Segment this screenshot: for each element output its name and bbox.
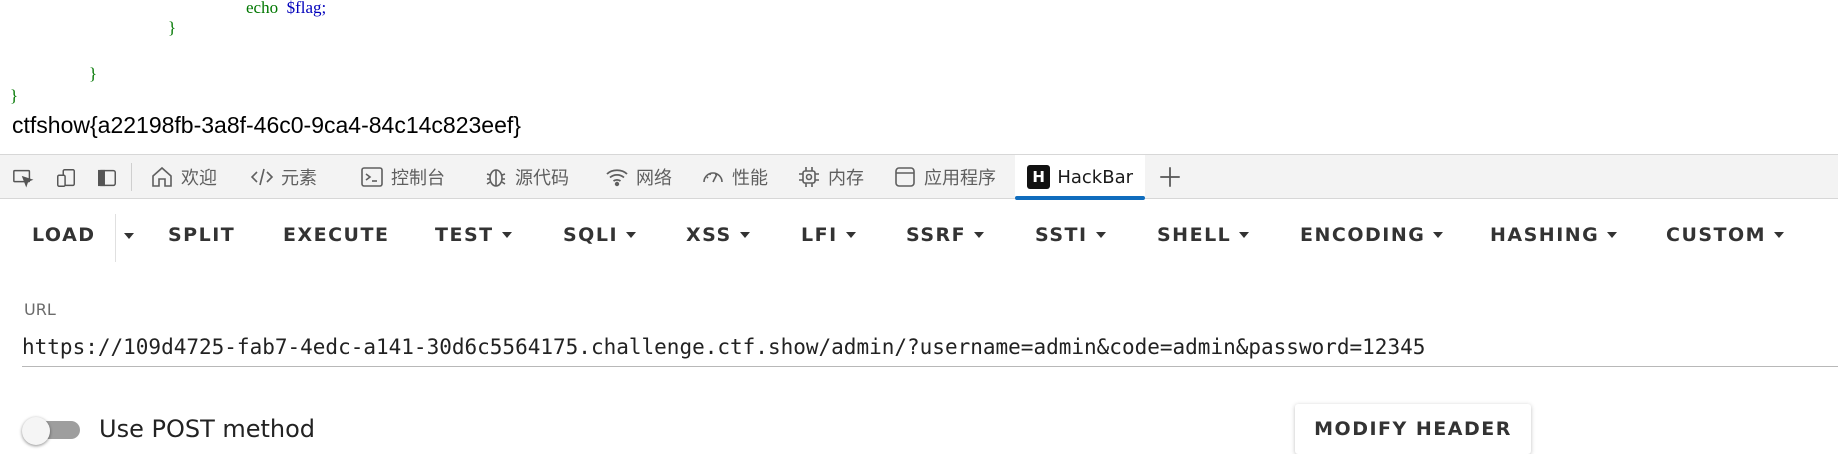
chevron-down-icon [1607, 232, 1618, 238]
tab-label: 控制台 [391, 168, 445, 189]
shell-menu-button[interactable]: SHELL [1157, 224, 1250, 246]
chevron-down-icon [845, 232, 856, 238]
chevron-down-icon [124, 233, 134, 239]
hackbar-logo-icon: H [1027, 165, 1051, 189]
gauge-icon [703, 172, 723, 183]
chevron-down-icon [626, 232, 637, 238]
bug-icon [486, 169, 506, 187]
page-source-view: echo $flag; } } } ctfshow{a22198fb-3a8f-… [0, 0, 1838, 154]
xss-label: XSS [686, 224, 732, 246]
window-icon [895, 167, 915, 187]
encoding-label: ENCODING [1300, 224, 1426, 246]
ssrf-menu-button[interactable]: SSRF [906, 224, 985, 246]
wifi-icon [606, 169, 628, 187]
tab-memory[interactable]: 内存 [797, 155, 864, 199]
custom-label: CUSTOM [1666, 224, 1767, 246]
tab-hackbar[interactable]: H HackBar [1015, 155, 1145, 200]
tab-label: 欢迎 [181, 168, 217, 189]
post-method-label: Use POST method [99, 415, 316, 443]
echo-keyword: echo [246, 0, 279, 17]
chevron-down-icon [1095, 232, 1106, 238]
hashing-menu-button[interactable]: HASHING [1490, 224, 1618, 246]
load-button[interactable]: LOAD [32, 224, 96, 246]
url-input[interactable] [22, 328, 1838, 367]
closing-brace: } [10, 86, 19, 105]
device-emulation-icon[interactable] [55, 167, 77, 189]
hashing-label: HASHING [1490, 224, 1600, 246]
flag-variable: $flag; [286, 0, 327, 17]
tab-network[interactable]: 网络 [605, 155, 672, 199]
execute-button[interactable]: EXECUTE [283, 224, 389, 246]
shell-label: SHELL [1157, 224, 1232, 246]
inspect-element-icon[interactable] [12, 167, 34, 189]
ssrf-label: SSRF [906, 224, 967, 246]
chevron-down-icon [1433, 232, 1444, 238]
lfi-menu-button[interactable]: LFI [801, 224, 856, 246]
tab-label: 内存 [828, 168, 864, 189]
chevron-down-icon [739, 232, 750, 238]
chevron-down-icon [1239, 232, 1250, 238]
sqli-menu-button[interactable]: SQLI [563, 224, 637, 246]
hackbar-toolbar: LOAD SPLIT EXECUTE TEST SQLI XSS LFI SSR… [0, 200, 1838, 274]
toggle-sidebar-icon[interactable] [96, 167, 118, 189]
xss-menu-button[interactable]: XSS [686, 224, 750, 246]
chevron-down-icon [501, 232, 512, 238]
tab-label: 元素 [281, 168, 317, 189]
post-method-toggle[interactable] [22, 417, 82, 445]
toolbar-divider [131, 163, 132, 191]
tab-elements[interactable]: 元素 [250, 155, 317, 199]
tab-label: 应用程序 [924, 168, 996, 189]
ssti-label: SSTI [1035, 224, 1088, 246]
tab-label: 网络 [636, 168, 672, 189]
url-label: URL [24, 300, 56, 319]
toggle-knob [22, 417, 50, 445]
ssti-menu-button[interactable]: SSTI [1035, 224, 1106, 246]
chevron-down-icon [1774, 232, 1785, 238]
tab-application[interactable]: 应用程序 [893, 155, 996, 199]
test-label: TEST [435, 224, 494, 246]
tab-label: 源代码 [515, 168, 569, 189]
split-button[interactable]: SPLIT [168, 224, 235, 246]
sqli-label: SQLI [563, 224, 619, 246]
tab-label: HackBar [1057, 166, 1133, 188]
code-icon [250, 168, 274, 186]
code-line-echo: echo $flag; [246, 0, 326, 18]
chip-icon [799, 167, 819, 187]
flag-output: ctfshow{a22198fb-3a8f-46c0-9ca4-84c14c82… [12, 112, 521, 138]
custom-menu-button[interactable]: CUSTOM [1666, 224, 1785, 246]
closing-brace: } [168, 18, 177, 37]
tab-label: 性能 [732, 168, 768, 189]
lfi-label: LFI [801, 224, 838, 246]
home-icon [152, 166, 172, 187]
devtools-tab-bar: 欢迎 元素 控制台 源代码 网络 性能 内存 应用程序 H HackBar [0, 154, 1838, 200]
tab-performance[interactable]: 性能 [701, 155, 768, 199]
load-dropdown-button[interactable] [124, 233, 134, 239]
toolbar-divider [115, 214, 116, 262]
test-menu-button[interactable]: TEST [435, 224, 512, 246]
chevron-down-icon [974, 232, 985, 238]
closing-brace: } [89, 64, 98, 83]
tab-welcome[interactable]: 欢迎 [150, 155, 217, 199]
add-tab-icon[interactable] [1157, 164, 1183, 194]
encoding-menu-button[interactable]: ENCODING [1300, 224, 1444, 246]
tab-console[interactable]: 控制台 [360, 155, 445, 199]
tab-sources[interactable]: 源代码 [484, 155, 569, 199]
console-icon [361, 167, 383, 187]
